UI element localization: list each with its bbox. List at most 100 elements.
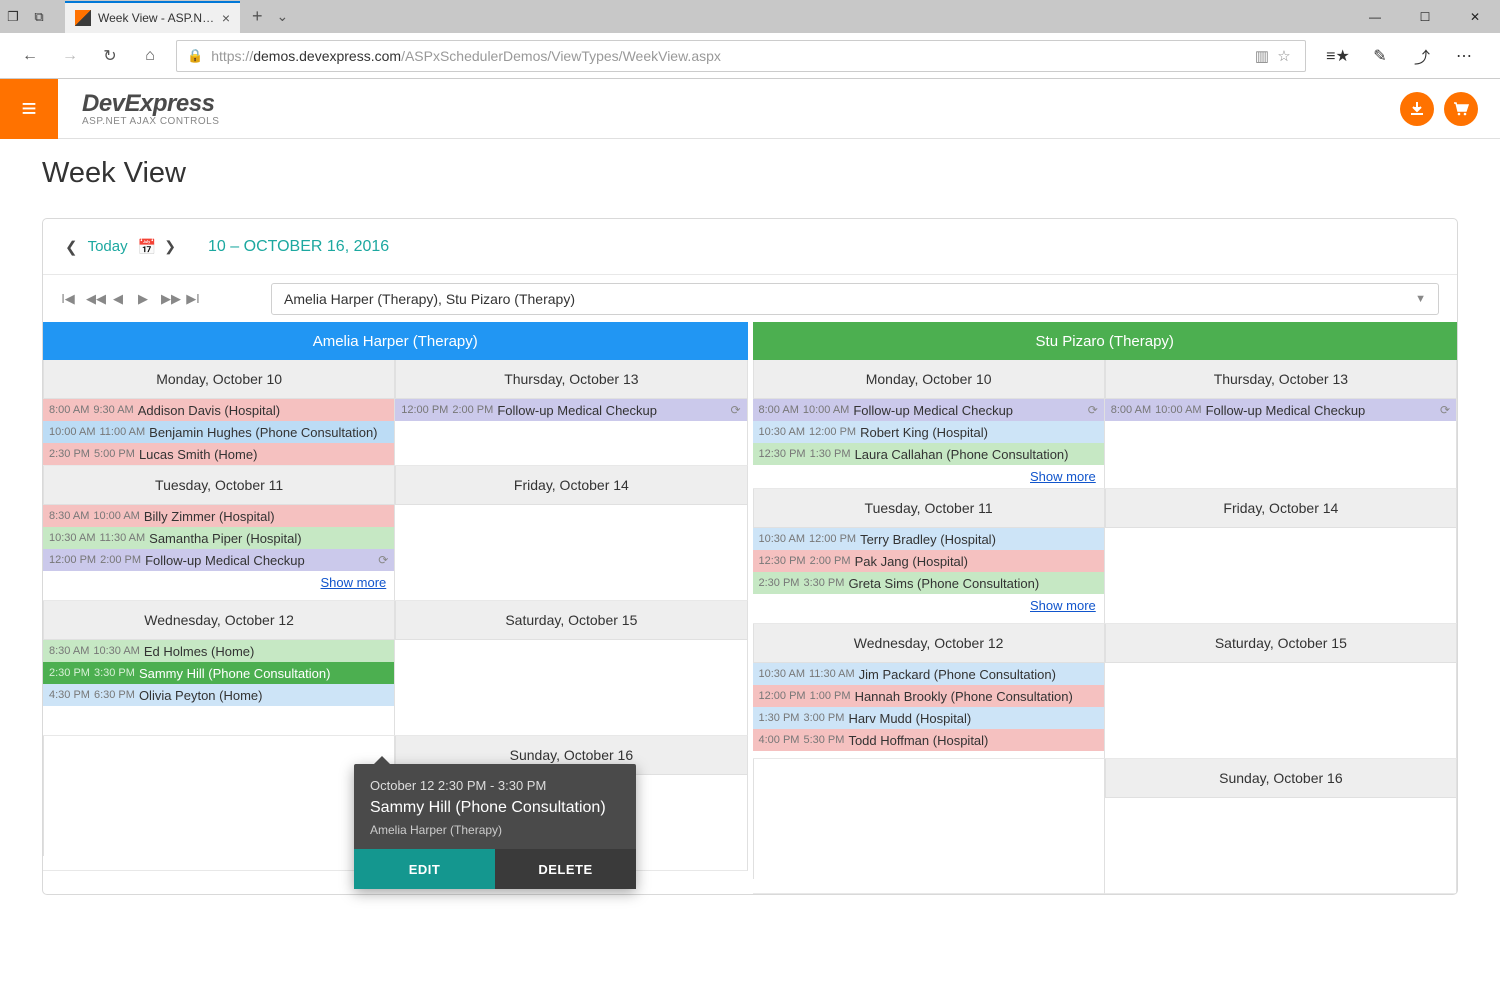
more-icon[interactable]: ⋯ bbox=[1448, 40, 1480, 72]
appt-end-time: 5:30 PM bbox=[803, 734, 844, 746]
appointment[interactable]: 2:30 PM3:30 PM Sammy Hill (Phone Consult… bbox=[43, 662, 394, 684]
day-cell[interactable]: Tuesday, October 118:30 AM10:00 AM Billy… bbox=[43, 466, 395, 601]
day-cell[interactable]: Sunday, October 16 bbox=[1105, 759, 1457, 894]
close-window-button[interactable]: ✕ bbox=[1450, 0, 1500, 33]
day-cell[interactable]: Monday, October 108:00 AM10:00 AM Follow… bbox=[753, 360, 1105, 489]
appt-title: Harv Mudd (Hospital) bbox=[848, 711, 971, 726]
home-button[interactable]: ⌂ bbox=[130, 36, 170, 76]
download-button[interactable] bbox=[1400, 92, 1434, 126]
reading-view-icon[interactable]: ▥ bbox=[1251, 47, 1273, 65]
appointment[interactable]: 10:00 AM11:00 AM Benjamin Hughes (Phone … bbox=[43, 421, 394, 443]
appointment[interactable]: 8:30 AM10:00 AM Billy Zimmer (Hospital) bbox=[43, 505, 394, 527]
day-header[interactable]: Wednesday, October 12 bbox=[753, 624, 1104, 663]
day-cell[interactable]: Monday, October 108:00 AM9:30 AM Addison… bbox=[43, 360, 395, 466]
appointment[interactable]: 10:30 AM12:00 PM Terry Bradley (Hospital… bbox=[753, 528, 1104, 550]
minimize-button[interactable]: — bbox=[1350, 0, 1400, 33]
appointment[interactable]: 8:00 AM10:00 AM Follow-up Medical Checku… bbox=[753, 399, 1104, 421]
prev-week-button[interactable]: ❮ bbox=[65, 238, 78, 256]
download-icon bbox=[1409, 101, 1425, 117]
sidebar-toggle-icon[interactable]: ❐ bbox=[0, 0, 26, 33]
day-header[interactable]: Wednesday, October 12 bbox=[43, 601, 394, 640]
day-header[interactable]: Thursday, October 13 bbox=[1105, 360, 1456, 399]
url-input[interactable]: 🔒 https://demos.devexpress.com/ASPxSched… bbox=[176, 40, 1306, 72]
appt-end-time: 12:00 PM bbox=[809, 533, 856, 545]
next-week-button[interactable]: ❯ bbox=[164, 238, 176, 255]
appointment[interactable]: 12:00 PM2:00 PM Follow-up Medical Checku… bbox=[43, 549, 394, 571]
today-button[interactable]: Today bbox=[88, 238, 128, 255]
resource-last-button[interactable]: ▶I bbox=[186, 291, 200, 307]
appt-title: Billy Zimmer (Hospital) bbox=[144, 509, 275, 524]
day-header[interactable]: Saturday, October 15 bbox=[1105, 624, 1456, 663]
notes-icon[interactable]: ✎ bbox=[1364, 40, 1396, 72]
appt-start-time: 4:30 PM bbox=[49, 689, 90, 701]
share-icon[interactable]: ⤴ bbox=[1406, 40, 1438, 72]
resource-next-button[interactable]: ▶ bbox=[136, 291, 150, 307]
resource-header: Amelia Harper (Therapy) bbox=[43, 322, 748, 360]
day-header[interactable]: Friday, October 14 bbox=[1105, 489, 1456, 528]
day-cell[interactable]: Wednesday, October 1210:30 AM11:30 AM Ji… bbox=[753, 624, 1105, 759]
close-tab-icon[interactable]: × bbox=[222, 10, 230, 26]
appointment[interactable]: 12:30 PM2:00 PM Pak Jang (Hospital) bbox=[753, 550, 1104, 572]
appointment[interactable]: 10:30 AM12:00 PM Robert King (Hospital) bbox=[753, 421, 1104, 443]
appt-start-time: 10:30 AM bbox=[759, 533, 805, 545]
appt-title: Sammy Hill (Phone Consultation) bbox=[139, 666, 330, 681]
day-cell[interactable]: Saturday, October 15 bbox=[1105, 624, 1457, 759]
menu-button[interactable]: ≡ bbox=[0, 79, 58, 139]
maximize-button[interactable]: ☐ bbox=[1400, 0, 1450, 33]
resource-prev-page-button[interactable]: ◀◀ bbox=[86, 291, 100, 307]
show-more-link[interactable]: Show more bbox=[1030, 469, 1096, 484]
appointment[interactable]: 12:30 PM1:30 PM Laura Callahan (Phone Co… bbox=[753, 443, 1104, 465]
delete-button[interactable]: DELETE bbox=[495, 849, 636, 889]
appointment[interactable]: 1:30 PM3:00 PM Harv Mudd (Hospital) bbox=[753, 707, 1104, 729]
recurrence-icon: ⟳ bbox=[1088, 403, 1098, 417]
appt-start-time: 8:00 AM bbox=[49, 404, 89, 416]
copy-icon[interactable]: ⧉ bbox=[26, 0, 52, 33]
appointment[interactable]: 4:30 PM6:30 PM Olivia Peyton (Home) bbox=[43, 684, 394, 706]
day-cell[interactable]: Friday, October 14 bbox=[395, 466, 747, 601]
edit-button[interactable]: EDIT bbox=[354, 849, 495, 889]
appointment[interactable]: 2:30 PM5:00 PM Lucas Smith (Home) bbox=[43, 443, 394, 465]
favorites-list-icon[interactable]: ≡★ bbox=[1322, 40, 1354, 72]
day-cell[interactable]: Wednesday, October 128:30 AM10:30 AM Ed … bbox=[43, 601, 395, 736]
calendar-icon[interactable]: 📅 bbox=[138, 238, 157, 256]
day-header[interactable]: Tuesday, October 11 bbox=[753, 489, 1104, 528]
resource-first-button[interactable]: I◀ bbox=[61, 291, 75, 307]
show-more-link[interactable]: Show more bbox=[321, 575, 387, 590]
appt-start-time: 12:00 PM bbox=[759, 690, 806, 702]
day-header[interactable]: Monday, October 10 bbox=[753, 360, 1104, 399]
forward-button[interactable]: → bbox=[50, 36, 90, 76]
day-cell[interactable]: Tuesday, October 1110:30 AM12:00 PM Terr… bbox=[753, 489, 1105, 624]
day-cell[interactable]: Thursday, October 138:00 AM10:00 AM Foll… bbox=[1105, 360, 1457, 489]
appointment[interactable]: 12:00 PM2:00 PM Follow-up Medical Checku… bbox=[395, 399, 746, 421]
day-header[interactable]: Tuesday, October 11 bbox=[43, 466, 394, 505]
day-cell[interactable]: Thursday, October 1312:00 PM2:00 PM Foll… bbox=[395, 360, 747, 466]
day-cell[interactable]: Friday, October 14 bbox=[1105, 489, 1457, 624]
appointment[interactable]: 2:30 PM3:30 PM Greta Sims (Phone Consult… bbox=[753, 572, 1104, 594]
browser-tab[interactable]: Week View - ASP.NET A × bbox=[65, 1, 240, 33]
appointment[interactable]: 12:00 PM1:00 PM Hannah Brookly (Phone Co… bbox=[753, 685, 1104, 707]
appointment[interactable]: 10:30 AM11:30 AM Samantha Piper (Hospita… bbox=[43, 527, 394, 549]
appt-start-time: 12:30 PM bbox=[759, 448, 806, 460]
back-button[interactable]: ← bbox=[10, 36, 50, 76]
resource-select[interactable]: Amelia Harper (Therapy), Stu Pizaro (The… bbox=[271, 283, 1439, 315]
appt-end-time: 6:30 PM bbox=[94, 689, 135, 701]
new-tab-button[interactable]: + bbox=[252, 6, 263, 27]
appointment[interactable]: 8:00 AM9:30 AM Addison Davis (Hospital) bbox=[43, 399, 394, 421]
day-cell[interactable]: Saturday, October 15 bbox=[395, 601, 747, 736]
appointment[interactable]: 8:30 AM10:30 AM Ed Holmes (Home) bbox=[43, 640, 394, 662]
appointment[interactable]: 8:00 AM10:00 AM Follow-up Medical Checku… bbox=[1105, 399, 1456, 421]
refresh-button[interactable]: ↻ bbox=[90, 36, 130, 76]
day-header[interactable]: Sunday, October 16 bbox=[1105, 759, 1456, 798]
tab-chevron-icon[interactable]: ⌄ bbox=[277, 8, 289, 25]
resource-next-page-button[interactable]: ▶▶ bbox=[161, 291, 175, 307]
day-header[interactable]: Monday, October 10 bbox=[43, 360, 394, 399]
appointment[interactable]: 10:30 AM11:30 AM Jim Packard (Phone Cons… bbox=[753, 663, 1104, 685]
day-header[interactable]: Thursday, October 13 bbox=[395, 360, 746, 399]
show-more-link[interactable]: Show more bbox=[1030, 598, 1096, 613]
appointment[interactable]: 4:00 PM5:30 PM Todd Hoffman (Hospital) bbox=[753, 729, 1104, 751]
favorite-icon[interactable]: ☆ bbox=[1273, 47, 1295, 65]
day-header[interactable]: Saturday, October 15 bbox=[395, 601, 746, 640]
day-header[interactable]: Friday, October 14 bbox=[395, 466, 746, 505]
resource-prev-button[interactable]: ◀ bbox=[111, 291, 125, 307]
cart-button[interactable] bbox=[1444, 92, 1478, 126]
